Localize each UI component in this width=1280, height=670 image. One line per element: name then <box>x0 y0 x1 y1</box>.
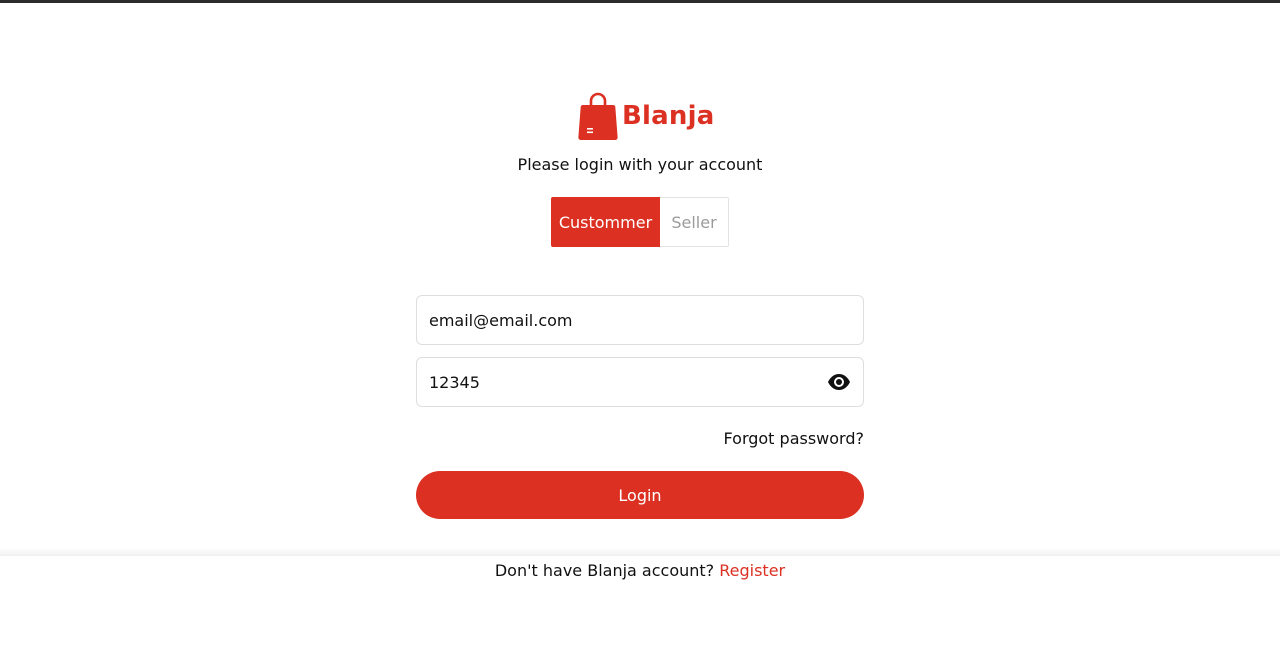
shopping-bag-icon <box>578 92 618 140</box>
email-value: email@email.com <box>429 310 573 330</box>
role-toggle: Custommer Seller <box>551 197 729 247</box>
footer-divider <box>0 548 1280 556</box>
register-prompt-text: Don't have Blanja account? <box>494 561 715 580</box>
brand-name: Blanja <box>622 101 715 131</box>
forgot-password-link[interactable]: Forgot password? <box>416 429 864 448</box>
password-field[interactable]: 12345 <box>416 357 864 407</box>
top-border <box>0 0 1280 3</box>
role-seller-button[interactable]: Seller <box>660 197 729 247</box>
brand: Blanja <box>578 90 714 142</box>
email-field[interactable]: email@email.com <box>416 295 864 345</box>
login-subtitle: Please login with your account <box>517 155 763 174</box>
role-customer-button[interactable]: Custommer <box>551 197 660 247</box>
register-link[interactable]: Register <box>719 561 785 580</box>
login-button[interactable]: Login <box>416 471 864 519</box>
eye-icon[interactable] <box>827 370 851 394</box>
password-value: 12345 <box>429 372 480 392</box>
register-prompt: Don't have Blanja account? Register <box>0 561 1280 580</box>
